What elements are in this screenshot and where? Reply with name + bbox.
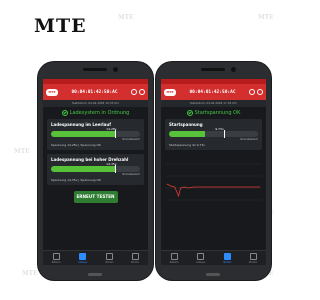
watermark: MTE bbox=[258, 14, 274, 21]
battery-icon bbox=[170, 252, 178, 260]
check-circle-icon bbox=[61, 110, 68, 116]
card-title: Ladespannung bei hoher Drehzahl bbox=[51, 157, 129, 162]
charging-icon bbox=[79, 252, 87, 260]
camera bbox=[113, 67, 118, 72]
bar-marker bbox=[115, 130, 117, 138]
engine-icon bbox=[105, 252, 113, 260]
battery-icon bbox=[52, 252, 60, 260]
card-info: Spannung 14,28v | Spannung OK bbox=[51, 143, 101, 147]
voltage-bar: 14.35v Normalbereich bbox=[51, 162, 140, 176]
nav-charging[interactable]: Ladesys. bbox=[196, 252, 206, 264]
bottom-nav: Batterie Ladesys. Starten Monitor bbox=[43, 250, 148, 265]
bar-marker bbox=[115, 165, 117, 173]
scale-label: Normalbereich bbox=[122, 138, 140, 141]
bar-marker bbox=[224, 130, 226, 138]
card-title: Ladespannung im Leerlauf bbox=[51, 122, 111, 127]
app-header: MTE 00:04:01:42:50:AC bbox=[161, 84, 266, 100]
voltage-bar: 14.28v Normalbereich bbox=[51, 127, 140, 141]
status-message: Startspannung OK bbox=[161, 107, 266, 119]
app-logo-icon[interactable]: MTE bbox=[46, 88, 58, 96]
phone-screen: MTE 00:04:01:42:50:AC Testdatum: 04.02.2… bbox=[161, 79, 266, 265]
share-icon[interactable] bbox=[131, 89, 137, 95]
phone-right: MTE 00:04:01:42:50:AC Testdatum: 04.02.2… bbox=[156, 62, 271, 280]
retest-button[interactable]: ERNEUT TESTEN bbox=[73, 191, 118, 203]
bar-fill bbox=[51, 166, 116, 172]
phone-screen: MTE 00:04:01:42:50:AC Testdatum: 04.02.2… bbox=[43, 79, 148, 265]
bar-fill bbox=[169, 131, 205, 137]
watermark: MTE bbox=[14, 148, 30, 155]
speaker bbox=[83, 68, 107, 71]
nav-monitor[interactable]: Monitor bbox=[249, 252, 257, 264]
phone-left: MTE 00:04:01:42:50:AC Testdatum: 04.02.2… bbox=[38, 62, 153, 280]
share-icon[interactable] bbox=[249, 89, 255, 95]
chart-icon bbox=[249, 252, 257, 260]
check-circle-icon bbox=[186, 110, 193, 116]
watermark: MTE bbox=[118, 14, 134, 21]
app-logo-icon[interactable]: MTE bbox=[164, 88, 176, 96]
watermark: MTE bbox=[22, 270, 38, 277]
voltage-graph bbox=[165, 154, 262, 206]
bar-fill bbox=[51, 131, 116, 137]
test-date: Testdatum: 04.02.2018 10:33 Uhr bbox=[43, 100, 148, 107]
result-card: Ladespannung im Leerlauf 14.28v Normalbe… bbox=[47, 119, 144, 150]
test-date: Testdatum: 04.02.2018 17:34 Uhr bbox=[161, 100, 266, 107]
card-info: Spannung 14,35v | Spannung OK bbox=[51, 178, 101, 182]
brand-logo: MTE bbox=[34, 15, 87, 37]
nav-battery[interactable]: Batterie bbox=[52, 252, 61, 264]
voltage-bar: 9.73v Normalbereich bbox=[169, 127, 258, 141]
voltage-graph-svg bbox=[165, 163, 262, 201]
app-header: MTE 00:04:01:42:50:AC bbox=[43, 84, 148, 100]
engine-icon bbox=[223, 252, 231, 260]
nav-battery[interactable]: Batterie bbox=[170, 252, 179, 264]
result-card: Ladespannung bei hoher Drehzahl 14.35v N… bbox=[47, 154, 144, 185]
nav-starting[interactable]: Starten bbox=[105, 252, 113, 264]
device-id: 00:04:01:42:50:AC bbox=[71, 89, 118, 95]
chart-icon bbox=[131, 252, 139, 260]
card-title: Startspannung bbox=[169, 122, 203, 127]
card-info: Startspannung ist 9,73v bbox=[169, 143, 206, 147]
speaker bbox=[201, 68, 225, 71]
status-message: Ladesystem in Ordnung bbox=[43, 107, 148, 119]
device-id: 00:04:01:42:50:AC bbox=[189, 89, 236, 95]
menu-icon[interactable] bbox=[257, 89, 263, 95]
camera bbox=[231, 67, 236, 72]
nav-monitor[interactable]: Monitor bbox=[131, 252, 139, 264]
scale-label: Normalbereich bbox=[122, 173, 140, 176]
home-button[interactable] bbox=[206, 273, 220, 276]
nav-starting[interactable]: Starten bbox=[223, 252, 231, 264]
nav-charging[interactable]: Ladesys. bbox=[78, 252, 88, 264]
charging-icon bbox=[197, 252, 205, 260]
scale-label: Normalbereich bbox=[240, 138, 258, 141]
result-card: Startspannung 9.73v Normalbereich Starts… bbox=[165, 119, 262, 150]
menu-icon[interactable] bbox=[139, 89, 145, 95]
bottom-nav: Batterie Ladesys. Starten Monitor bbox=[161, 250, 266, 265]
home-button[interactable] bbox=[88, 273, 102, 276]
